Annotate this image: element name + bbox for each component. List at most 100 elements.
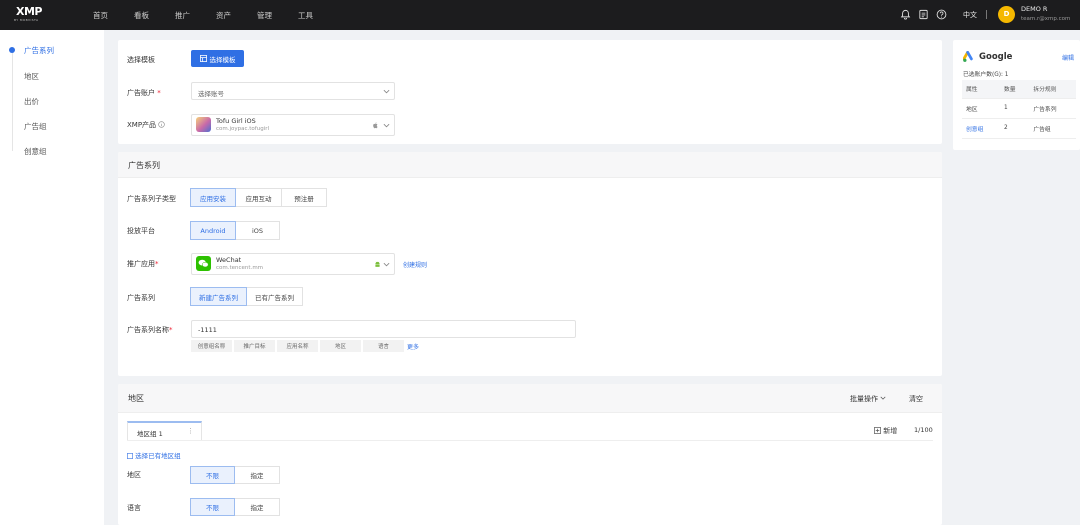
chevron-down-icon bbox=[383, 123, 390, 128]
xmp-logo[interactable]: XMP BY MOBVISTA bbox=[14, 5, 44, 25]
subtype-segmented: 应用安装 应用互动 预注册 bbox=[190, 188, 327, 207]
more-chips-link[interactable]: 更多 bbox=[407, 342, 419, 351]
template-label: 选择模板 bbox=[127, 56, 155, 64]
active-step-indicator bbox=[9, 47, 15, 53]
more-vertical-icon[interactable]: ⋮ bbox=[187, 427, 194, 435]
account-label: 广告账户 * bbox=[127, 89, 161, 97]
row-quantity: 1 bbox=[1000, 98, 1030, 119]
name-chip-app-name[interactable]: 应用名称 bbox=[277, 340, 318, 352]
choose-existing-region-group[interactable]: 选择已有地区组 bbox=[127, 450, 181, 460]
account-placeholder: 选择账号 bbox=[198, 90, 224, 98]
area-label: 地区 bbox=[127, 471, 141, 479]
region-tab-label: 地区组 1 bbox=[137, 430, 163, 438]
step-sidebar bbox=[0, 30, 104, 525]
name-chip-region[interactable]: 地区 bbox=[320, 340, 361, 352]
series-segmented: 新建广告系列 已有广告系列 bbox=[190, 287, 303, 306]
create-rule-link[interactable]: 创建规则 bbox=[403, 260, 427, 269]
name-chip-target[interactable]: 推广目标 bbox=[234, 340, 275, 352]
subtype-option-preregister[interactable]: 预注册 bbox=[281, 188, 327, 207]
row-attribute: 地区 bbox=[962, 98, 1000, 119]
nav-item-tools[interactable]: 工具 bbox=[298, 10, 313, 21]
region-section-title: 地区 bbox=[128, 394, 144, 403]
column-header: 属性 bbox=[962, 80, 1000, 99]
nav-item-promotion[interactable]: 推广 bbox=[175, 10, 190, 21]
choose-template-label: 选择模板 bbox=[209, 55, 236, 64]
table-row: 地区 1 广告系列 bbox=[962, 98, 1076, 119]
series-option-new[interactable]: 新建广告系列 bbox=[190, 287, 247, 306]
row-split-rule: 广告系列 bbox=[1029, 98, 1076, 119]
user-name[interactable]: DEMO R bbox=[1021, 5, 1047, 13]
tab-divider bbox=[127, 440, 933, 441]
logo-subtext: BY MOBVISTA bbox=[14, 18, 39, 22]
main-nav: 首页 看板 推广 资产 管理 工具 bbox=[93, 0, 339, 30]
series-name-input[interactable]: -1111 bbox=[191, 320, 576, 338]
document-icon[interactable] bbox=[918, 9, 929, 20]
series-label: 广告系列 bbox=[127, 294, 155, 302]
row-attribute[interactable]: 创意组 bbox=[962, 118, 1000, 139]
region-section-header: 地区 bbox=[118, 384, 942, 413]
add-region-group-button[interactable]: 新增 bbox=[874, 426, 897, 436]
info-icon[interactable] bbox=[158, 121, 166, 128]
chevron-down-icon bbox=[383, 262, 390, 267]
sidebar-item-adgroup[interactable]: 广告组 bbox=[24, 121, 47, 132]
android-icon bbox=[375, 261, 380, 267]
promoted-app-package: com.tencent.mm bbox=[216, 265, 264, 271]
promoted-app-label: 推广应用* bbox=[127, 260, 159, 268]
region-group-count: 1/100 bbox=[914, 426, 933, 434]
table-header-row: 属性 数量 拆分规则 bbox=[962, 80, 1076, 99]
campaign-section-header: 广告系列 bbox=[118, 152, 942, 178]
batch-action-dropdown[interactable]: 批量操作 bbox=[850, 394, 886, 404]
nav-item-home[interactable]: 首页 bbox=[93, 10, 108, 21]
language-option-specify[interactable]: 指定 bbox=[234, 498, 280, 516]
series-option-existing[interactable]: 已有广告系列 bbox=[246, 287, 303, 306]
template-icon bbox=[199, 55, 207, 62]
area-segmented: 不限 指定 bbox=[190, 466, 280, 484]
sidebar-item-region[interactable]: 地区 bbox=[24, 71, 39, 82]
nav-item-assets[interactable]: 资产 bbox=[216, 10, 231, 21]
clear-button[interactable]: 清空 bbox=[909, 394, 923, 404]
choose-template-button[interactable]: 选择模板 bbox=[191, 50, 244, 67]
column-header: 数量 bbox=[1000, 80, 1030, 99]
series-name-value: -1111 bbox=[198, 326, 217, 334]
name-chip-creative-group[interactable]: 创意组名称 bbox=[191, 340, 232, 352]
name-chip-language[interactable]: 语言 bbox=[363, 340, 404, 352]
tab-region-group-1[interactable]: 地区组 1 ⋮ bbox=[127, 421, 202, 441]
subtype-option-engagement[interactable]: 应用互动 bbox=[235, 188, 282, 207]
promoted-app-name: WeChat bbox=[216, 256, 242, 264]
product-app-icon bbox=[196, 117, 211, 132]
area-option-unlimited[interactable]: 不限 bbox=[190, 466, 235, 484]
user-email: team.r@xmp.com bbox=[1021, 16, 1071, 22]
top-navigation-bar: XMP BY MOBVISTA 首页 看板 推广 资产 管理 工具 中文 D D… bbox=[0, 0, 1080, 30]
table-row: 创意组 2 广告组 bbox=[962, 118, 1076, 139]
area-option-specify[interactable]: 指定 bbox=[234, 466, 280, 484]
language-switch[interactable]: 中文 bbox=[963, 10, 977, 20]
subtype-label: 广告系列子类型 bbox=[127, 195, 176, 203]
bell-icon[interactable] bbox=[900, 9, 911, 20]
product-name: Tofu Girl iOS bbox=[216, 117, 256, 125]
sidebar-item-campaign[interactable]: 广告系列 bbox=[24, 45, 54, 56]
language-option-unlimited[interactable]: 不限 bbox=[190, 498, 235, 516]
account-select[interactable]: 选择账号 bbox=[191, 82, 395, 100]
selected-accounts-summary: 已选账户数(G): 1 bbox=[963, 72, 1009, 78]
platform-label: 投放平台 bbox=[127, 227, 155, 235]
sidebar-item-bid[interactable]: 出价 bbox=[24, 96, 39, 107]
nav-item-dashboard[interactable]: 看板 bbox=[134, 10, 149, 21]
add-icon bbox=[874, 427, 881, 434]
sidebar-item-creative-group[interactable]: 创意组 bbox=[24, 146, 47, 157]
nav-item-management[interactable]: 管理 bbox=[257, 10, 272, 21]
language-label: 语言 bbox=[127, 504, 141, 512]
help-icon[interactable] bbox=[936, 9, 947, 20]
google-ads-icon bbox=[963, 51, 973, 62]
language-segmented: 不限 指定 bbox=[190, 498, 280, 516]
step-line bbox=[12, 51, 13, 151]
subtype-option-install[interactable]: 应用安装 bbox=[190, 188, 236, 207]
row-quantity: 2 bbox=[1000, 118, 1030, 139]
apple-icon bbox=[373, 122, 378, 129]
google-edit-link[interactable]: 编辑 bbox=[1062, 53, 1074, 62]
promoted-app-icon bbox=[196, 256, 211, 271]
wechat-icon bbox=[198, 259, 209, 268]
platform-option-android[interactable]: Android bbox=[190, 221, 236, 240]
avatar[interactable]: D bbox=[998, 6, 1015, 23]
product-package: com.joypac.tofugirl bbox=[216, 126, 270, 132]
platform-option-ios[interactable]: iOS bbox=[235, 221, 280, 240]
